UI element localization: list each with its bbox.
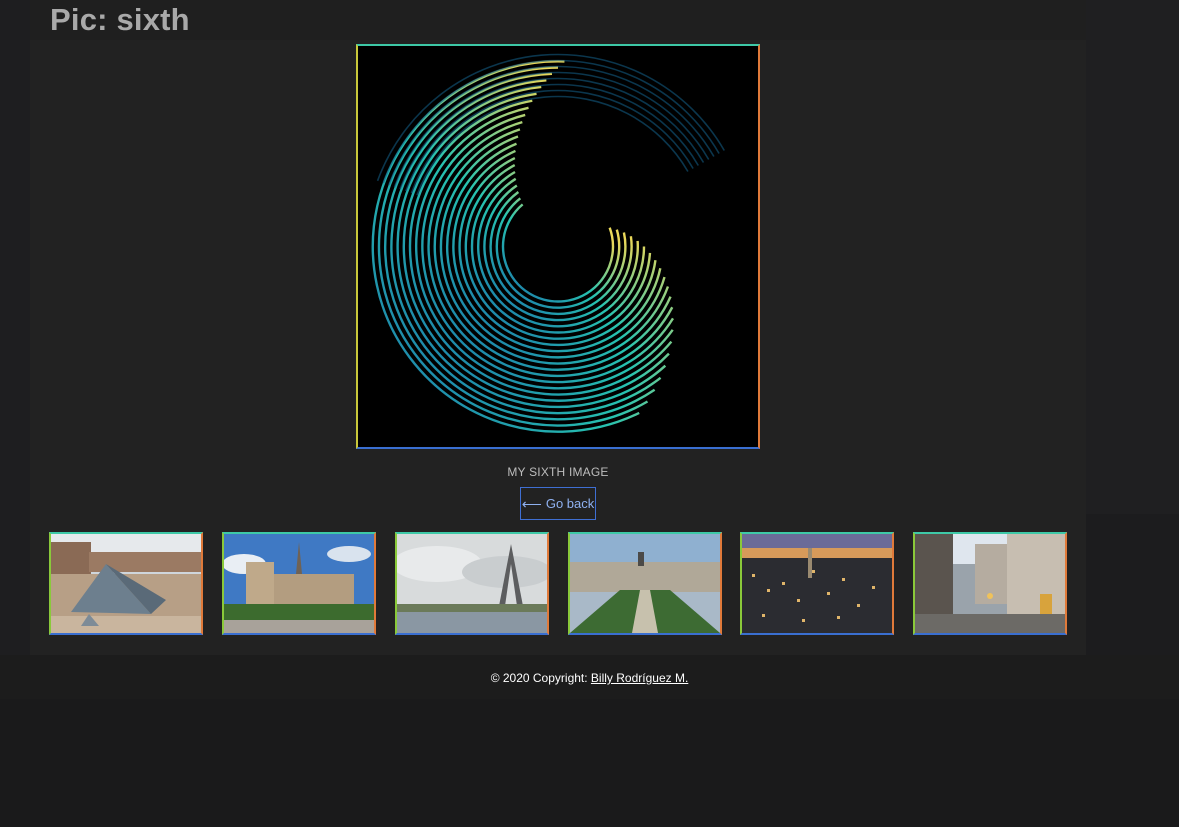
thumbnail-6[interactable] [913,532,1067,635]
header: Pic: sixth [30,0,1086,40]
thumbnail-strip [49,532,1069,636]
spiral-arc [501,203,615,303]
main-image [356,44,760,449]
footer: © 2020 Copyright: Billy Rodríguez M. [0,655,1179,699]
image-caption: MY SIXTH IMAGE [507,465,609,479]
spiral-arc [439,135,670,365]
thumbnail-3[interactable] [395,532,549,635]
go-back-button[interactable]: ⟵ Go back [520,487,596,520]
spiral-arc [489,191,627,316]
right-gutter-lower [1086,514,1179,655]
eiffel-tower-thumbnail [397,534,547,633]
spiral-artwork-image [371,53,725,433]
main-content: MY SIXTH IMAGE ⟵ Go back [30,40,1086,655]
left-gutter [0,0,30,655]
thumbnail-1[interactable] [49,532,203,635]
champ-de-mars-aerial-thumbnail [570,534,720,633]
spiral-arc [415,106,674,390]
arrow-left-icon: ⟵ [521,495,542,512]
copyright-text: © 2020 Copyright: [490,671,591,685]
go-back-label: Go back [545,496,595,511]
city-skyline-night-thumbnail [742,534,892,633]
thumbnail-2[interactable] [222,532,376,635]
author-link[interactable]: Billy Rodríguez M. [591,671,688,685]
paris-street-thumbnail [915,534,1065,633]
page-title: Pic: sixth [50,2,190,37]
louvre-pyramid-thumbnail [51,534,201,633]
thumbnail-4[interactable] [568,532,722,635]
spiral-arc [495,197,621,309]
notre-dame-thumbnail [224,534,374,633]
thumbnail-5[interactable] [740,532,894,635]
spiral-arc [483,184,633,322]
